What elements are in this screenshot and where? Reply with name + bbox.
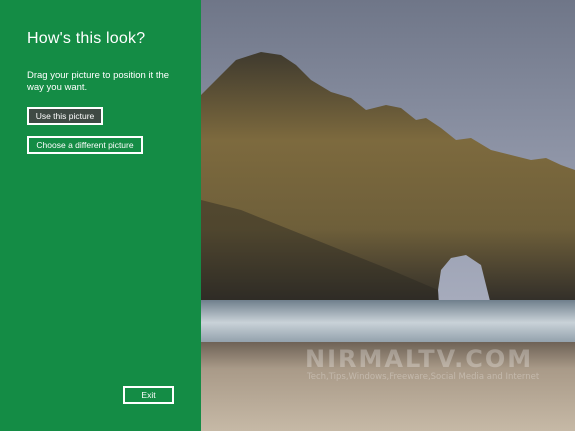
exit-button[interactable]: Exit <box>123 386 174 404</box>
page-title: How's this look? <box>27 30 146 47</box>
side-panel: How's this look? Drag your picture to po… <box>0 0 201 431</box>
use-this-picture-button[interactable]: Use this picture <box>27 107 103 125</box>
watermark: NIRMALTV.COM <box>305 345 534 373</box>
instruction-text: Drag your picture to position it the way… <box>27 70 170 93</box>
surf <box>201 300 575 345</box>
watermark-subtitle: Tech,Tips,Windows,Freeware,Social Media … <box>307 372 540 382</box>
choose-different-picture-button[interactable]: Choose a different picture <box>27 136 143 154</box>
